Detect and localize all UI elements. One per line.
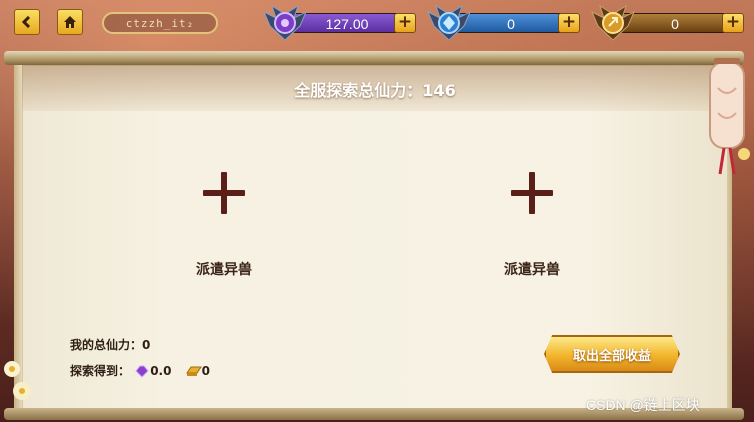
currency-purple-bar: 127.00 [292, 13, 402, 33]
reward-purple-value: 0.0 [150, 364, 172, 378]
currency-purple-value: 127.00 [325, 16, 369, 32]
top-bar: ctzzh_it₂ 127.00 + 0 + 0 + [0, 0, 754, 48]
gold-coin-emblem-icon [591, 4, 635, 41]
gold-ingot-icon [185, 366, 202, 376]
chevron-left-icon [21, 16, 31, 28]
add-icon [201, 170, 247, 216]
currency-blue: 0 + [426, 4, 580, 41]
currency-purple: 127.00 + [262, 4, 416, 41]
explore-label: 探索得到： [70, 364, 131, 378]
dispatch-slot-1[interactable]: 派遣异兽 [169, 170, 279, 290]
back-button[interactable] [14, 9, 40, 35]
add-icon [509, 170, 555, 216]
flower-decoration-icon [4, 361, 31, 400]
currency-purple-add-button[interactable]: + [394, 13, 416, 33]
purple-gem-emblem-icon [263, 4, 307, 41]
currency-gold-bar: 0 [620, 13, 730, 33]
scroll-top-rod [4, 51, 744, 65]
currency-blue-bar: 0 [456, 13, 566, 33]
dispatch-slot-label: 派遣异兽 [196, 262, 252, 278]
currency-gold: 0 + [590, 4, 744, 41]
home-icon [64, 16, 76, 28]
player-stats: 我的总仙力：0 探索得到： 0.0 0 [70, 335, 210, 381]
home-button[interactable] [57, 9, 83, 35]
blue-gem-emblem-icon [427, 4, 471, 41]
player-name-plaque: ctzzh_it₂ [102, 12, 218, 34]
server-total-power: 全服探索总仙力：146 [294, 81, 456, 100]
reward-gold-value: 0 [201, 364, 211, 378]
explore-rewards: 探索得到： 0.0 0 [70, 361, 210, 381]
purple-crystal-icon [135, 365, 149, 378]
collect-all-rewards-button[interactable]: 取出全部收益 [544, 335, 680, 373]
my-power-label: 我的总仙力：0 [70, 338, 151, 352]
currency-blue-value: 0 [507, 16, 515, 32]
currency-blue-add-button[interactable]: + [558, 13, 580, 33]
dispatch-slot-label: 派遣异兽 [504, 262, 560, 278]
dispatch-slot-2[interactable]: 派遣异兽 [477, 170, 587, 290]
currency-gold-add-button[interactable]: + [722, 13, 744, 33]
currency-gold-value: 0 [671, 16, 679, 32]
lantern-decoration-icon [709, 58, 750, 175]
watermark-text: CSDN @链上区块 [586, 397, 700, 413]
